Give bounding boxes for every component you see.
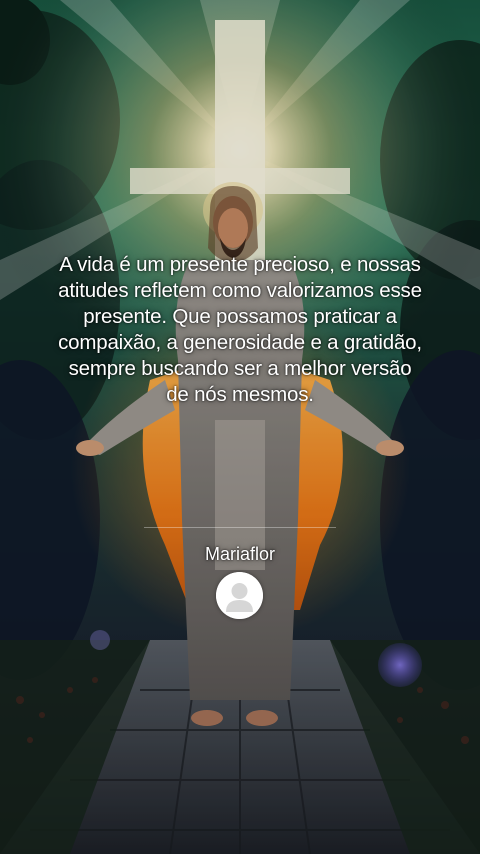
default-user-avatar-icon bbox=[216, 572, 263, 619]
divider bbox=[144, 527, 336, 528]
author-name[interactable]: Mariaflor bbox=[160, 544, 320, 565]
story-screen: A vida é um presente precioso, e nossas … bbox=[0, 0, 480, 854]
background-image bbox=[0, 0, 480, 854]
quote-text: A vida é um presente precioso, e nossas … bbox=[58, 253, 422, 406]
avatar[interactable] bbox=[216, 572, 263, 619]
